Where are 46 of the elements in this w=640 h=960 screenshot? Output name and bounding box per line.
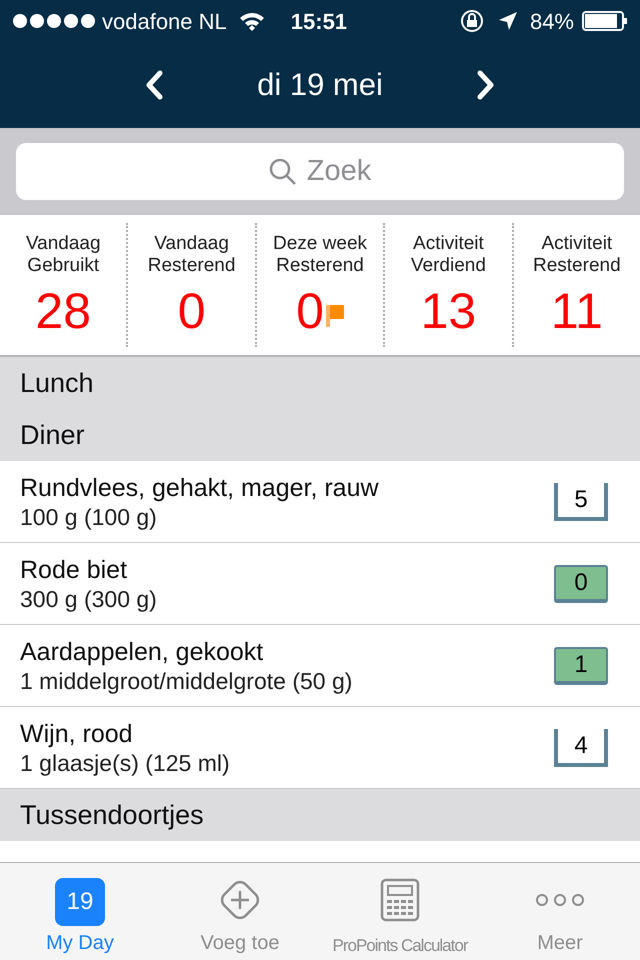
points-badge: 4: [554, 728, 608, 766]
section-header: Lunch: [0, 357, 640, 409]
date-title: di 19 mei: [257, 66, 383, 104]
food-name: Rundvlees, gehakt, mager, rauw: [20, 472, 380, 502]
calculator-icon: [380, 878, 420, 922]
stat-value: 0: [296, 283, 324, 339]
battery-icon: [582, 11, 628, 31]
chevron-right-icon: [476, 70, 496, 100]
search-placeholder: Zoek: [306, 154, 372, 189]
stat-value: 13: [420, 283, 476, 339]
points-badge: 0: [554, 564, 608, 602]
search-field[interactable]: Zoek: [16, 143, 624, 200]
stat-label: Vandaag Gebruikt: [24, 233, 102, 277]
food-name: Aardappelen, gekookt: [20, 636, 264, 666]
points-badge: 5: [554, 482, 608, 520]
tab-item[interactable]: 19 My Day: [0, 863, 160, 960]
wifi-icon: [238, 11, 265, 31]
stat-value: 11: [550, 283, 603, 339]
tab-item[interactable]: ProPoints Calculator: [320, 863, 480, 960]
stat-label: Activiteit Resterend: [532, 233, 622, 277]
tab-item[interactable]: Voeg toe: [160, 863, 320, 960]
battery-percent: 84%: [530, 8, 574, 36]
location-arrow-icon: [498, 11, 518, 31]
stat-label: Vandaag Resterend: [146, 233, 236, 277]
section-header: Tussendoortjes: [0, 789, 640, 841]
chevron-left-icon: [144, 70, 164, 100]
food-name: Wijn, rood: [20, 718, 134, 748]
carrier-name: vodafone NL: [102, 8, 227, 36]
calendar-day: 19: [66, 884, 94, 920]
food-amount: 1 middelgroot/middelgrote (50 g): [20, 666, 354, 694]
stat-label: Activiteit Verdiend: [410, 233, 487, 277]
clock: 15:51: [290, 8, 348, 36]
more-icon: [535, 892, 585, 906]
stat-value: 0: [178, 283, 206, 339]
food-name: Rode biet: [20, 554, 128, 584]
food-amount: 100 g (100 g): [20, 502, 158, 530]
signal-icon: [12, 13, 96, 29]
points-badge: 1: [554, 646, 608, 684]
stat-label: Deze week Resterend: [272, 233, 368, 277]
search-icon: [268, 158, 297, 186]
section-header: Diner: [0, 409, 640, 461]
food-amount: 1 glaasje(s) (125 ml): [20, 748, 231, 776]
food-amount: 300 g (300 g): [20, 584, 158, 612]
stat-value: 28: [35, 283, 92, 339]
tab-item[interactable]: Meer: [480, 863, 640, 960]
rotation-lock-icon: [460, 9, 484, 33]
